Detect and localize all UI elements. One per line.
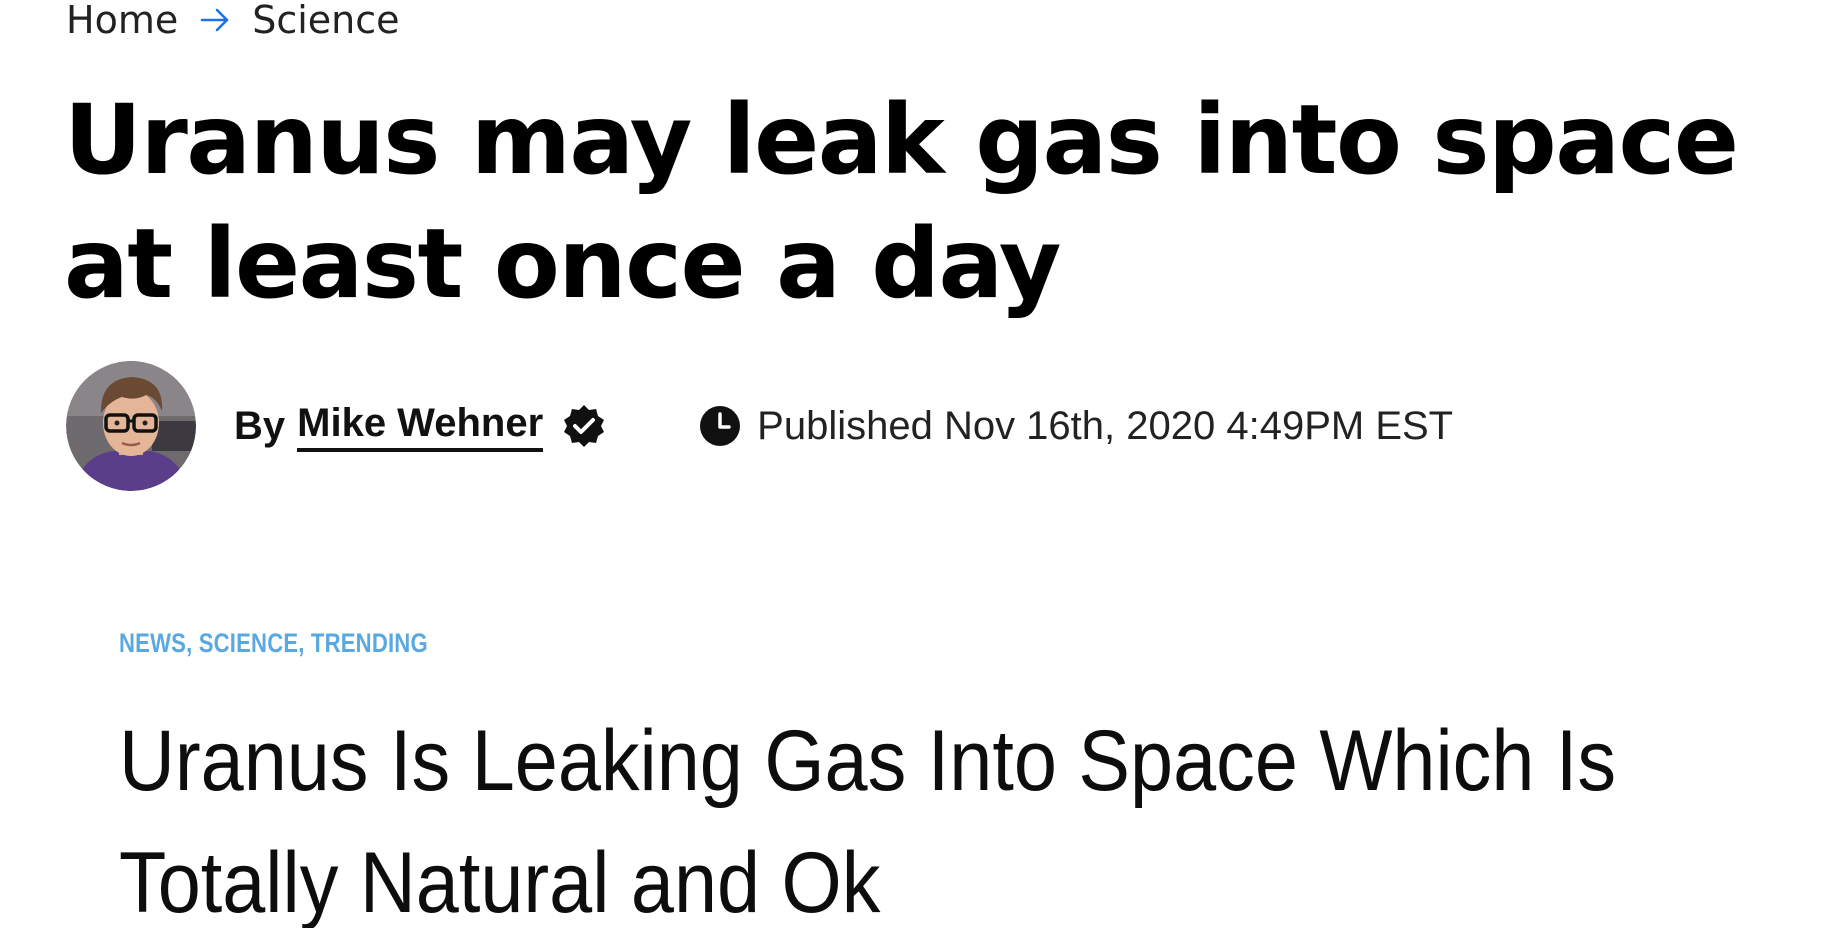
article-page: Home Science Uranus may leak gas into sp… bbox=[0, 0, 1840, 928]
category-links[interactable]: NEWS, SCIENCE, TRENDING bbox=[119, 628, 428, 658]
arrow-right-icon bbox=[200, 7, 230, 33]
breadcrumb-science-link[interactable]: Science bbox=[252, 0, 399, 40]
breadcrumb-home-link[interactable]: Home bbox=[66, 0, 178, 40]
embedded-article-title[interactable]: Uranus Is Leaking Gas Into Space Which I… bbox=[119, 700, 1668, 928]
embedded-title-line-2: Totally Natural and Ok bbox=[119, 835, 881, 928]
breadcrumb: Home Science bbox=[66, 0, 400, 40]
page-title: Uranus may leak gas into space at least … bbox=[64, 78, 1834, 326]
page-title-line-1: Uranus may leak gas into space bbox=[64, 84, 1739, 196]
author-avatar[interactable] bbox=[66, 361, 196, 491]
clock-icon bbox=[699, 405, 741, 447]
verified-badge-icon bbox=[561, 403, 607, 449]
category-tags: NEWS, SCIENCE, TRENDING bbox=[119, 628, 428, 659]
by-label: By bbox=[234, 403, 286, 448]
embedded-title-line-1: Uranus Is Leaking Gas Into Space Which I… bbox=[119, 713, 1617, 809]
published-text: Published Nov 16th, 2020 4:49PM EST bbox=[757, 403, 1454, 448]
page-title-line-2: at least once a day bbox=[64, 208, 1061, 320]
published-date: Published Nov 16th, 2020 4:49PM EST bbox=[699, 404, 1453, 449]
byline: By Mike Wehner Published Nov 16th, 2020 … bbox=[66, 360, 1453, 492]
author-link[interactable]: Mike Wehner bbox=[297, 401, 544, 452]
byline-author: By Mike Wehner bbox=[234, 401, 607, 452]
